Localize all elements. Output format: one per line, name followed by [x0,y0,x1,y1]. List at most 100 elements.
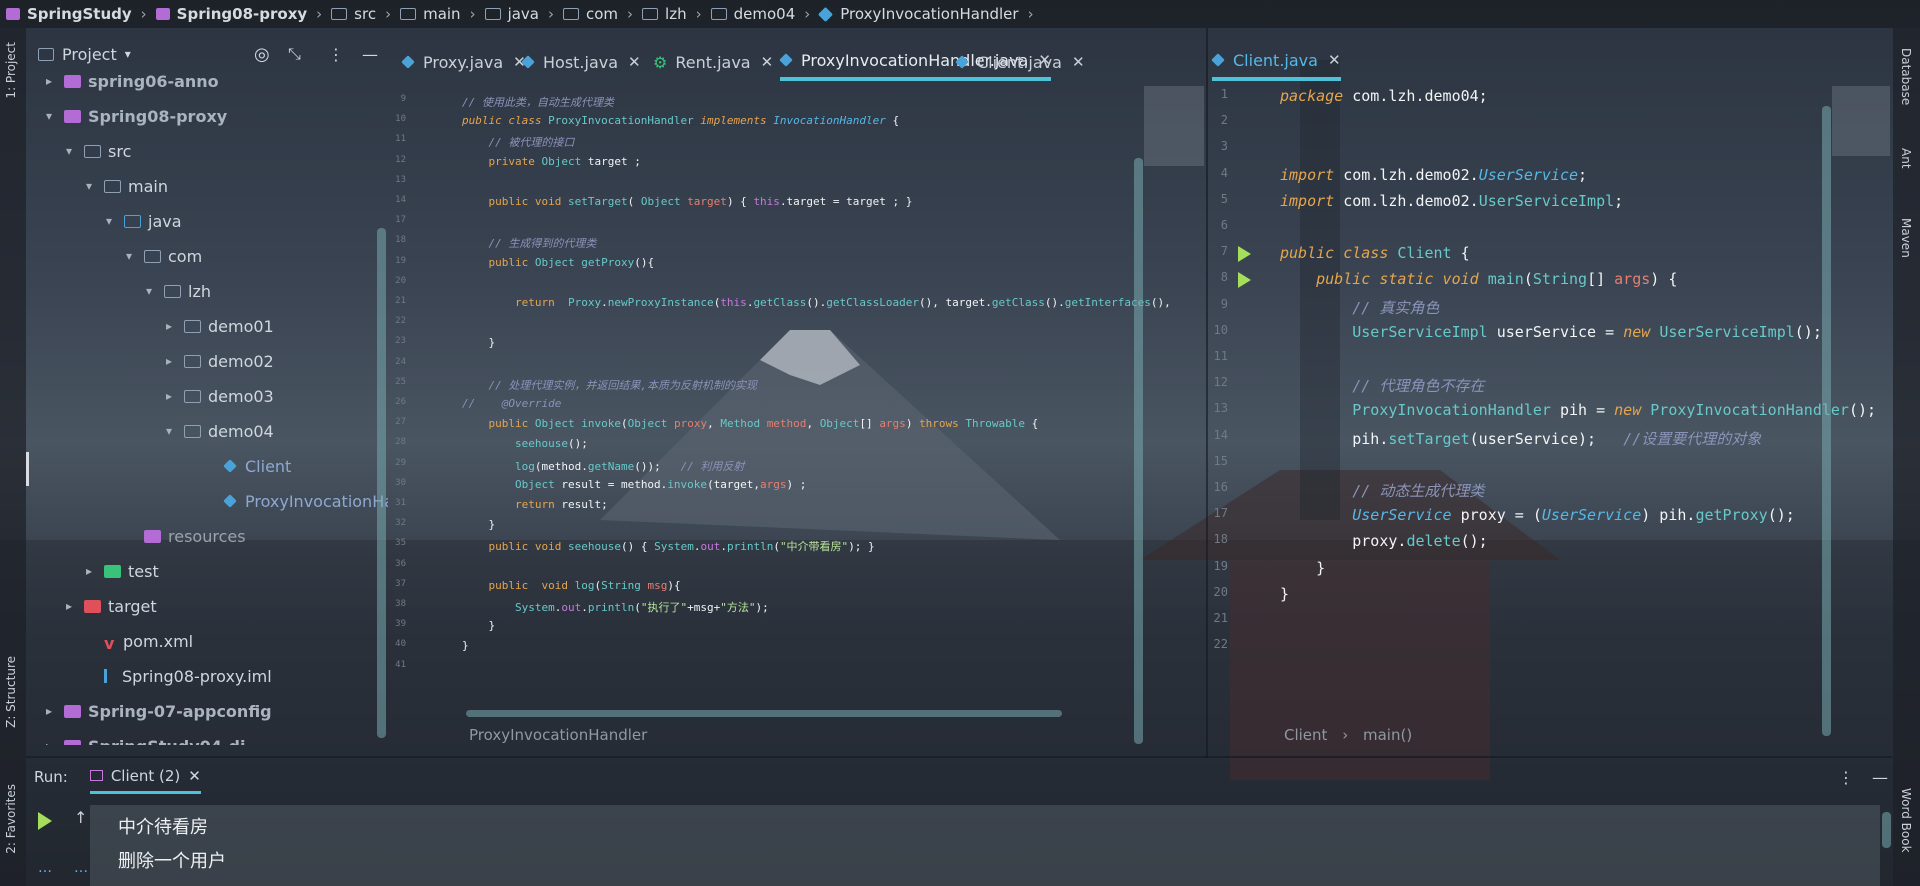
tree-item[interactable]: v pom.xml [86,626,193,656]
code-line[interactable]: } [462,639,469,652]
console-scrollbar[interactable] [1882,812,1891,848]
database-tool-tab[interactable]: Database [1899,48,1913,105]
minimize-icon[interactable]: — [1872,768,1888,787]
collapse-icon[interactable]: ⤡ [288,44,301,64]
code-line[interactable]: public void seehouse() { System.out.prin… [462,538,874,554]
run-class-gutter-icon[interactable] [1238,272,1251,288]
run-console-output[interactable]: 中介待看房 删除一个用户 [90,805,1880,886]
run-main-gutter-icon[interactable] [1238,246,1251,262]
breadcrumb-item[interactable]: lzh [642,5,687,23]
project-panel-title[interactable]: Project [62,45,117,64]
tree-expand-icon[interactable]: ▾ [106,214,124,228]
tree-item[interactable]: ▸ demo02 [166,346,274,376]
code-line[interactable]: } [462,336,495,349]
code-line[interactable]: public class Client { [1280,244,1470,262]
tree-expand-icon[interactable]: ▸ [66,599,84,613]
tree-item[interactable]: Spring08-proxy.iml [86,661,272,691]
crumb-method[interactable]: main() [1363,726,1412,744]
tree-expand-icon[interactable]: ▸ [46,704,64,718]
tree-expand-icon[interactable]: ▸ [86,564,104,578]
rerun-icon[interactable] [38,812,52,830]
tree-expand-icon[interactable]: ▾ [126,249,144,263]
code-line[interactable]: public Object getProxy(){ [462,256,654,269]
tree-expand-icon[interactable]: ▾ [86,179,104,193]
code-line[interactable]: // 使用此类，自动生成代理类 [462,94,614,110]
project-scrollbar[interactable] [377,228,386,738]
tree-item[interactable]: ProxyInvocationHandler [206,486,388,516]
code-line[interactable]: log(method.getName()); // 利用反射 [462,458,744,474]
editor-tab[interactable]: Client.java ✕ [955,43,1085,81]
code-line[interactable]: UserService proxy = (UserService) pih.ge… [1280,506,1795,524]
code-line[interactable]: return result; [462,498,608,511]
breadcrumb-item[interactable]: demo04 [710,5,795,23]
right-editor-scrollbar[interactable] [1822,106,1831,736]
left-editor-breadcrumb[interactable]: ProxyInvocationHandler [469,726,647,744]
code-line[interactable]: public void log(String msg){ [462,579,680,592]
close-icon[interactable]: ✕ [761,53,774,71]
run-tab[interactable]: Client (2) ✕ [89,761,201,794]
code-line[interactable]: return Proxy.newProxyInstance(this.getCl… [462,296,1171,309]
breadcrumb-item[interactable]: java [484,5,539,23]
tree-item[interactable]: ▾ Spring08-proxy [46,101,227,131]
tree-item[interactable]: ▾ com [126,241,202,271]
favorites-tool-tab[interactable]: 2: Favorites [4,784,18,854]
code-line[interactable]: proxy.delete(); [1280,532,1487,550]
tree-item[interactable]: ▸ target [66,591,157,621]
tree-expand-icon[interactable]: ▾ [166,424,184,438]
close-icon[interactable]: ✕ [1328,51,1341,69]
target-icon[interactable]: ◎ [254,44,270,65]
breadcrumb-item[interactable]: src [331,5,376,23]
tree-item[interactable]: ▾ demo04 [166,416,274,446]
code-line[interactable]: private Object target ; [462,155,640,168]
left-editor-hscrollbar[interactable] [466,710,1062,717]
tree-item[interactable]: ▸ demo01 [166,311,274,341]
code-line[interactable]: public void setTarget( Object target) { … [462,195,912,208]
maven-tool-tab[interactable]: Maven [1899,218,1913,258]
more-icon[interactable]: … [38,860,52,876]
scroll-up-icon[interactable]: ↑ [74,808,87,827]
code-line[interactable]: // 生成得到的代理类 [462,235,596,251]
structure-tool-tab[interactable]: Z: Structure [4,656,18,728]
ant-tool-tab[interactable]: Ant [1899,148,1913,169]
more-icon-2[interactable]: … [74,860,88,876]
tree-item[interactable]: ▾ src [66,136,131,166]
tree-item[interactable]: ▸ test [86,556,159,586]
tree-expand-icon[interactable]: ▸ [166,354,184,368]
code-line[interactable]: Object result = method.invoke(target,arg… [462,478,806,491]
code-line[interactable]: pih.setTarget(userService); //设置要代理的对象 [1280,428,1761,449]
code-line[interactable]: System.out.println("执行了"+msg+"方法"); [462,599,769,615]
breadcrumb-item[interactable]: com [563,5,618,23]
tree-item[interactable]: ▾ java [106,206,182,236]
breadcrumb-item[interactable]: main [400,5,461,23]
code-line[interactable]: } [1280,585,1289,603]
code-line[interactable]: } [1280,559,1325,577]
code-line[interactable]: import com.lzh.demo02.UserServiceImpl; [1280,192,1623,210]
code-line[interactable]: import com.lzh.demo02.UserService; [1280,166,1587,184]
left-editor-scrollbar[interactable] [1134,158,1143,744]
editor-tab[interactable]: Host.java ✕ [521,43,641,81]
code-line[interactable]: public static void main(String[] args) { [1280,270,1677,288]
tree-expand-icon[interactable]: ▸ [46,739,64,745]
code-line[interactable]: package com.lzh.demo04; [1280,87,1488,105]
chevron-down-icon[interactable]: ▾ [125,47,131,61]
minimize-icon[interactable]: — [362,45,378,64]
code-line[interactable]: ProxyInvocationHandler pih = new ProxyIn… [1280,401,1876,419]
code-line[interactable]: UserServiceImpl userService = new UserSe… [1280,323,1822,341]
code-line[interactable]: public Object invoke(Object proxy, Metho… [462,417,1038,430]
word-book-tool-tab[interactable]: Word Book [1899,788,1913,853]
tree-item[interactable]: ▸ SpringStudy04-di [46,731,245,745]
more-options-icon[interactable]: ⋮ [328,45,344,64]
tree-expand-icon[interactable]: ▸ [166,319,184,333]
code-line[interactable]: } [462,518,495,531]
close-icon[interactable]: ✕ [1072,53,1085,71]
tree-item[interactable]: ▸ demo03 [166,381,274,411]
editor-tab[interactable]: ⚙ Rent.java ✕ [653,43,773,81]
code-line[interactable]: // @Override [462,397,561,410]
breadcrumb-item[interactable]: SpringStudy [6,5,132,23]
close-icon[interactable]: ✕ [188,767,201,785]
tree-item[interactable]: ▸ spring06-anno [46,70,219,96]
editor-tab[interactable]: Client.java ✕ [1211,43,1341,81]
breadcrumb-item[interactable]: Spring08-proxy [155,5,307,23]
code-line[interactable]: // 代理角色不存在 [1280,375,1484,396]
tree-item[interactable]: ▸ Spring-07-appconfig [46,696,272,726]
